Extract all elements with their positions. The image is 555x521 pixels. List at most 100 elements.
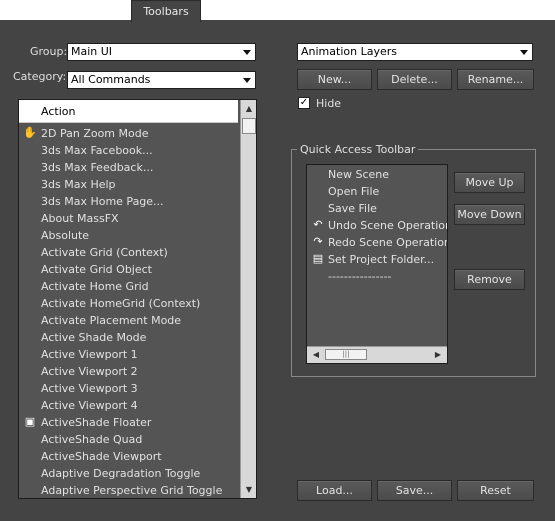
action-list-item[interactable]: About MassFX — [19, 210, 238, 227]
load-button[interactable]: Load... — [297, 480, 372, 501]
action-rows: ✋ 2D Pan Zoom Mode 3ds Max Facebook... 3ds … — [19, 125, 238, 498]
chevron-down-icon — [243, 50, 251, 55]
action-list-item[interactable]: ActiveShade Viewport — [19, 448, 238, 465]
action-list-scrollbar[interactable]: ▲ ▼ — [240, 100, 256, 498]
quick-access-item[interactable]: ---------------- — [307, 268, 447, 285]
group-label: Group: — [30, 45, 68, 58]
quick-access-title: Quick Access Toolbar — [297, 143, 419, 156]
tab-strip — [0, 0, 555, 20]
action-list-item[interactable]: ▣ ActiveShade Floater — [19, 414, 238, 431]
group-dropdown[interactable]: Main UI — [67, 43, 256, 61]
action-list-item[interactable]: Active Viewport 1 — [19, 346, 238, 363]
quick-access-item[interactable]: ▤ Set Project Folder... — [307, 251, 447, 268]
action-column-header[interactable]: Action — [19, 100, 238, 123]
quick-access-item-label: Save File — [328, 202, 377, 215]
action-list-item-label: Activate Home Grid — [41, 280, 149, 293]
action-list-item[interactable]: Activate Placement Mode — [19, 312, 238, 329]
quick-access-item-label: Undo Scene Operation — [328, 219, 448, 232]
quick-access-item[interactable]: New Scene — [307, 166, 447, 183]
action-list-item-label: Active Viewport 3 — [41, 382, 138, 395]
undo-arrow-icon: ↶ — [313, 218, 323, 231]
action-list-item-label: ActiveShade Viewport — [41, 450, 162, 463]
hide-checkbox[interactable]: ✓ — [298, 97, 310, 109]
move-up-button[interactable]: Move Up — [454, 172, 525, 193]
quick-access-item[interactable]: Save File — [307, 200, 447, 217]
scroll-thumb[interactable] — [242, 118, 256, 134]
quick-access-item-label: Redo Scene Operation — [328, 236, 448, 249]
action-list-item-label: Adaptive Perspective Grid Toggle — [41, 484, 223, 497]
action-list-item-label: 3ds Max Facebook... — [41, 144, 153, 157]
action-list-item-label: Activate Placement Mode — [41, 314, 182, 327]
scroll-right-icon[interactable]: ▶ — [431, 347, 445, 363]
scroll-thumb[interactable]: ||| — [325, 349, 367, 360]
category-dropdown[interactable]: All Commands — [67, 71, 256, 89]
quick-access-item-label: ---------------- — [328, 270, 392, 283]
scroll-left-icon[interactable]: ◀ — [309, 347, 323, 363]
action-list-item-label: 3ds Max Feedback... — [41, 161, 154, 174]
quick-access-item[interactable]: ↶ Undo Scene Operation — [307, 217, 447, 234]
action-list-item[interactable]: Active Viewport 2 — [19, 363, 238, 380]
quick-access-rows: New Scene Open File Save File ↶ Undo Scene O… — [307, 166, 447, 285]
action-list-item-label: ActiveShade Floater — [41, 416, 152, 429]
category-label: Category: — [13, 70, 67, 83]
action-list-item[interactable]: 3ds Max Help — [19, 176, 238, 193]
action-list-item[interactable]: 3ds Max Home Page... — [19, 193, 238, 210]
activeshade-icon: ▣ — [24, 415, 36, 428]
action-list-item-label: Activate Grid (Context) — [41, 246, 168, 259]
hide-label: Hide — [316, 97, 342, 110]
hand-icon: ✋ — [23, 126, 37, 139]
action-list-item[interactable]: 3ds Max Facebook... — [19, 142, 238, 159]
action-list-item[interactable]: 3ds Max Feedback... — [19, 159, 238, 176]
new-toolbar-button[interactable]: New... — [297, 69, 372, 90]
action-list-item-label: 3ds Max Help — [41, 178, 116, 191]
action-list-item-label: ActiveShade Quad — [41, 433, 143, 446]
action-list-item[interactable]: Activate Grid (Context) — [19, 244, 238, 261]
scroll-down-icon[interactable]: ▼ — [241, 481, 256, 498]
action-list-item[interactable]: Active Viewport 3 — [19, 380, 238, 397]
quick-access-item-label: New Scene — [328, 168, 390, 181]
action-list-item[interactable]: Activate Home Grid — [19, 278, 238, 295]
redo-arrow-icon: ↷ — [313, 235, 323, 248]
action-list-item[interactable]: ActiveShade Quad — [19, 431, 238, 448]
action-list-item[interactable]: Adaptive Perspective Grid Toggle — [19, 482, 238, 498]
quick-access-list[interactable]: New Scene Open File Save File ↶ Undo Scene O… — [306, 164, 448, 364]
toolbar-value: Animation Layers — [301, 45, 397, 58]
action-list-item-label: About MassFX — [41, 212, 119, 225]
quick-access-item[interactable]: ↷ Redo Scene Operation — [307, 234, 447, 251]
action-list-item[interactable]: Activate Grid Object — [19, 261, 238, 278]
action-list-item-label: Absolute — [41, 229, 90, 242]
action-list-item[interactable]: Active Shade Mode — [19, 329, 238, 346]
action-list-item-label: Active Viewport 4 — [41, 399, 138, 412]
quick-access-scrollbar[interactable]: ◀ ||| ▶ — [307, 346, 447, 363]
rename-toolbar-button[interactable]: Rename... — [457, 69, 534, 90]
quick-access-item-label: Set Project Folder... — [328, 253, 435, 266]
action-list[interactable]: Action ✋ 2D Pan Zoom Mode 3ds Max Facebook… — [18, 99, 257, 499]
action-list-item[interactable]: ✋ 2D Pan Zoom Mode — [19, 125, 238, 142]
action-list-item-label: 3ds Max Home Page... — [41, 195, 164, 208]
action-list-item[interactable]: Absolute — [19, 227, 238, 244]
delete-toolbar-button[interactable]: Delete... — [377, 69, 452, 90]
reset-button[interactable]: Reset — [457, 480, 534, 501]
remove-button[interactable]: Remove — [454, 269, 525, 290]
quick-access-item-label: Open File — [328, 185, 380, 198]
toolbar-dropdown[interactable]: Animation Layers — [297, 43, 533, 61]
group-value: Main UI — [71, 45, 113, 58]
quick-access-item[interactable]: Open File — [307, 183, 447, 200]
action-list-item-label: Active Shade Mode — [41, 331, 147, 344]
category-value: All Commands — [71, 73, 151, 86]
move-down-button[interactable]: Move Down — [454, 204, 525, 225]
action-list-item-label: Adaptive Degradation Toggle — [41, 467, 201, 480]
tab-toolbars[interactable]: Toolbars — [131, 0, 201, 22]
project-folder-icon: ▤ — [312, 252, 324, 265]
save-button[interactable]: Save... — [377, 480, 452, 501]
scroll-up-icon[interactable]: ▲ — [241, 100, 256, 117]
action-list-item[interactable]: Active Viewport 4 — [19, 397, 238, 414]
action-list-item[interactable]: Activate HomeGrid (Context) — [19, 295, 238, 312]
action-list-item-label: Activate Grid Object — [41, 263, 152, 276]
chevron-down-icon — [520, 50, 528, 55]
action-list-item[interactable]: Adaptive Degradation Toggle — [19, 465, 238, 482]
action-list-item-label: 2D Pan Zoom Mode — [41, 127, 149, 140]
action-list-item-label: Active Viewport 2 — [41, 365, 138, 378]
action-list-item-label: Active Viewport 1 — [41, 348, 138, 361]
chevron-down-icon — [243, 78, 251, 83]
